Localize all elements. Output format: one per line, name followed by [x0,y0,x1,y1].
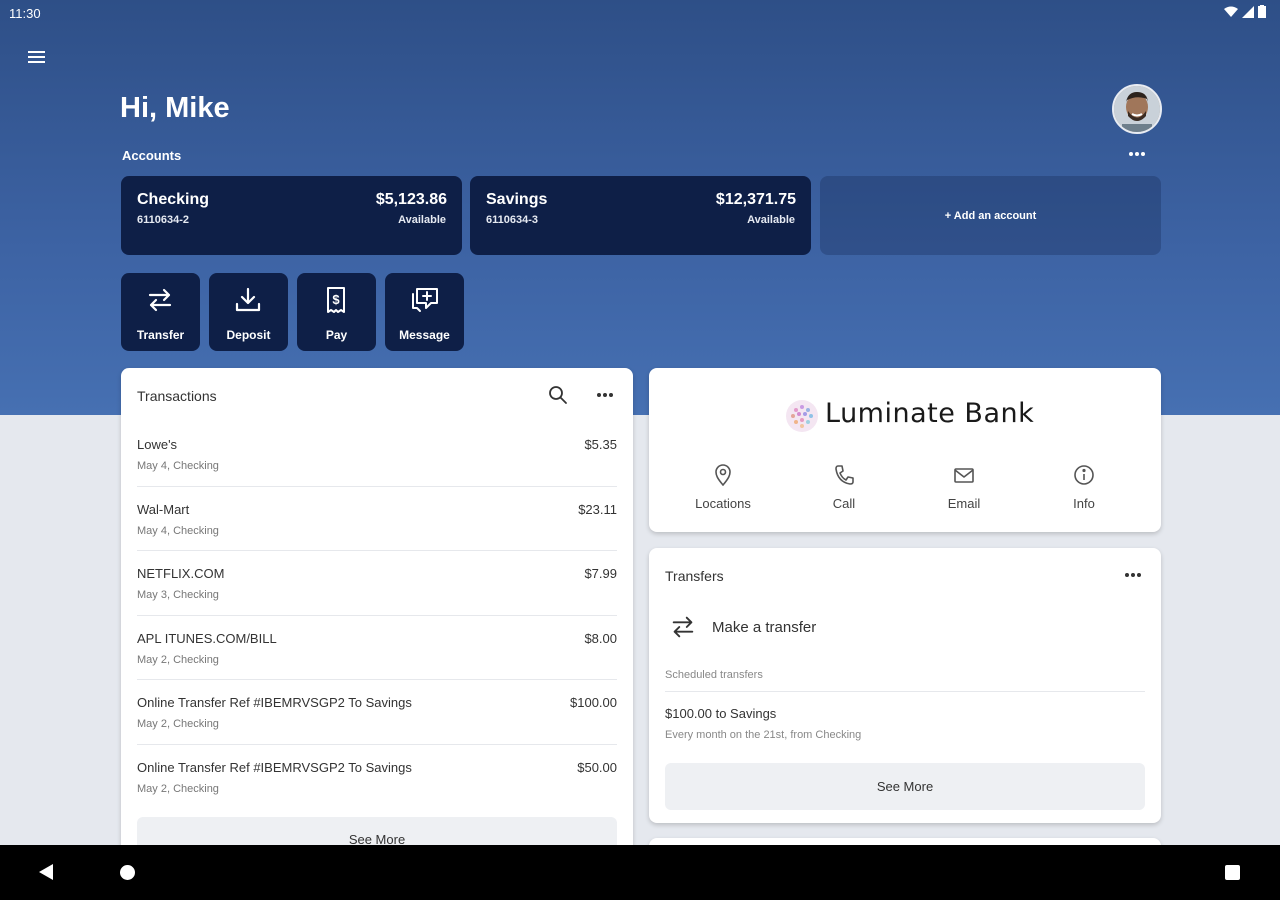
transfers-see-more-button[interactable]: See More [665,763,1145,810]
greeting-title: Hi, Mike [120,92,230,124]
message-button[interactable]: Message [385,273,464,351]
transfer-icon [148,288,172,312]
bank-action-label: Info [1073,496,1095,511]
recent-apps-icon[interactable] [1225,865,1240,880]
more-options-icon[interactable] [1124,146,1150,162]
transaction-detail: May 4, Checking [137,460,219,472]
home-icon[interactable] [120,865,135,880]
transaction-description: Wal-Mart [137,501,190,517]
transfer-icon [672,616,694,638]
call-button[interactable]: Call [794,464,894,511]
wifi-icon [1224,6,1238,17]
account-balance: $5,123.86 [375,191,447,208]
transaction-row[interactable]: Online Transfer Ref #IBEMRVSGP2 To Savin… [137,680,617,745]
account-balance: $12,371.75 [715,191,796,208]
transaction-detail: May 2, Checking [137,782,219,795]
balance-note: Available [398,214,446,226]
transaction-detail: May 4, Checking [137,524,219,537]
action-label: Message [399,328,450,342]
transaction-detail: May 3, Checking [137,589,219,601]
scheduled-transfer-title: $100.00 to Savings [665,706,777,721]
bank-action-label: Call [832,496,856,511]
transaction-row[interactable]: Wal-Mart May 4, Checking $23.11 [137,487,617,551]
accounts-heading: Accounts [122,148,182,163]
transfers-card: Transfers Make a transfer Scheduled tran… [649,548,1161,823]
avatar[interactable] [1112,84,1162,134]
account-card-checking[interactable]: Checking 6110634-2 $5,123.86 Available [121,176,462,255]
account-number: 6110634-3 [486,214,538,226]
transaction-row[interactable]: APL ITUNES.COM/BILL May 2, Checking $8.0… [137,616,617,680]
status-bar: 11:30 [0,0,1280,26]
transaction-description: APL ITUNES.COM/BILL [137,630,277,646]
navigation-bar [0,845,1280,900]
transaction-amount: $50.00 [577,759,617,775]
more-options-icon[interactable] [592,387,618,403]
info-icon [1074,465,1094,485]
balance-note: Available [747,214,795,226]
location-pin-icon [715,464,731,486]
account-name: Checking [137,191,210,208]
bank-action-label: Locations [695,496,751,511]
account-card-savings[interactable]: Savings 6110634-3 $12,371.75 Available [470,176,811,255]
transaction-row[interactable]: Online Transfer Ref #IBEMRVSGP2 To Savin… [137,745,617,810]
transaction-description: Online Transfer Ref #IBEMRVSGP2 To Savin… [137,695,412,710]
transaction-amount: $5.35 [584,437,617,452]
account-name: Savings [486,191,548,208]
bank-logo-icon [786,400,818,432]
transaction-detail: May 2, Checking [137,653,219,666]
svg-text:$: $ [332,292,340,307]
transaction-row[interactable]: Lowe's May 4, Checking $5.35 [137,422,617,487]
bank-name: Luminate Bank [825,398,1035,429]
status-time: 11:30 [9,6,41,21]
transaction-amount: $100.00 [570,695,617,710]
menu-icon[interactable] [24,44,50,70]
transfer-button[interactable]: Transfer [121,273,200,351]
bank-info-card: Luminate Bank Locations Call Email Info [649,368,1161,532]
pay-button[interactable]: $ Pay [297,273,376,351]
profile-photo [1114,86,1160,132]
transaction-description: NETFLIX.COM [137,566,225,581]
locations-button[interactable]: Locations [673,464,773,511]
transactions-card: Transactions Lowe's May 4, Checking $5.3… [121,368,633,888]
scheduled-transfer-item[interactable]: $100.00 to Savings Every month on the 21… [665,706,1145,741]
phone-icon [835,465,854,485]
make-transfer-label: Make a transfer [712,619,817,636]
scheduled-transfers-heading: Scheduled transfers [665,669,763,681]
email-button[interactable]: Email [914,464,1014,511]
message-icon [412,288,438,312]
signal-icon [1242,5,1254,18]
transaction-description: Lowe's [137,437,178,452]
system-icons [1224,5,1266,18]
back-icon[interactable] [38,863,54,881]
scheduled-transfer-detail: Every month on the 21st, from Checking [665,729,862,741]
action-label: Pay [325,328,348,342]
transactions-title: Transactions [137,388,217,404]
battery-icon [1258,5,1266,18]
transaction-row[interactable]: NETFLIX.COM May 3, Checking $7.99 [137,551,617,616]
action-label: Deposit [226,328,271,342]
transaction-detail: May 2, Checking [137,718,219,730]
make-transfer-button[interactable]: Make a transfer [665,611,1145,643]
deposit-button[interactable]: Deposit [209,273,288,351]
transaction-amount: $23.11 [578,501,617,517]
transfers-title: Transfers [665,568,724,584]
transaction-amount: $8.00 [584,630,617,646]
pay-icon: $ [327,287,345,313]
bank-action-label: Email [947,496,981,511]
email-icon [954,468,974,483]
divider [665,691,1145,692]
transaction-description: Online Transfer Ref #IBEMRVSGP2 To Savin… [137,759,412,775]
search-icon[interactable] [547,384,569,406]
transaction-amount: $7.99 [584,566,617,581]
transactions-list: Lowe's May 4, Checking $5.35 Wal-Mart Ma… [137,422,617,809]
deposit-icon [235,287,261,312]
add-account-button[interactable]: + Add an account [820,176,1161,255]
info-button[interactable]: Info [1034,464,1134,511]
more-options-icon[interactable] [1120,567,1146,583]
account-number: 6110634-2 [137,214,189,226]
action-label: Transfer [136,328,185,342]
